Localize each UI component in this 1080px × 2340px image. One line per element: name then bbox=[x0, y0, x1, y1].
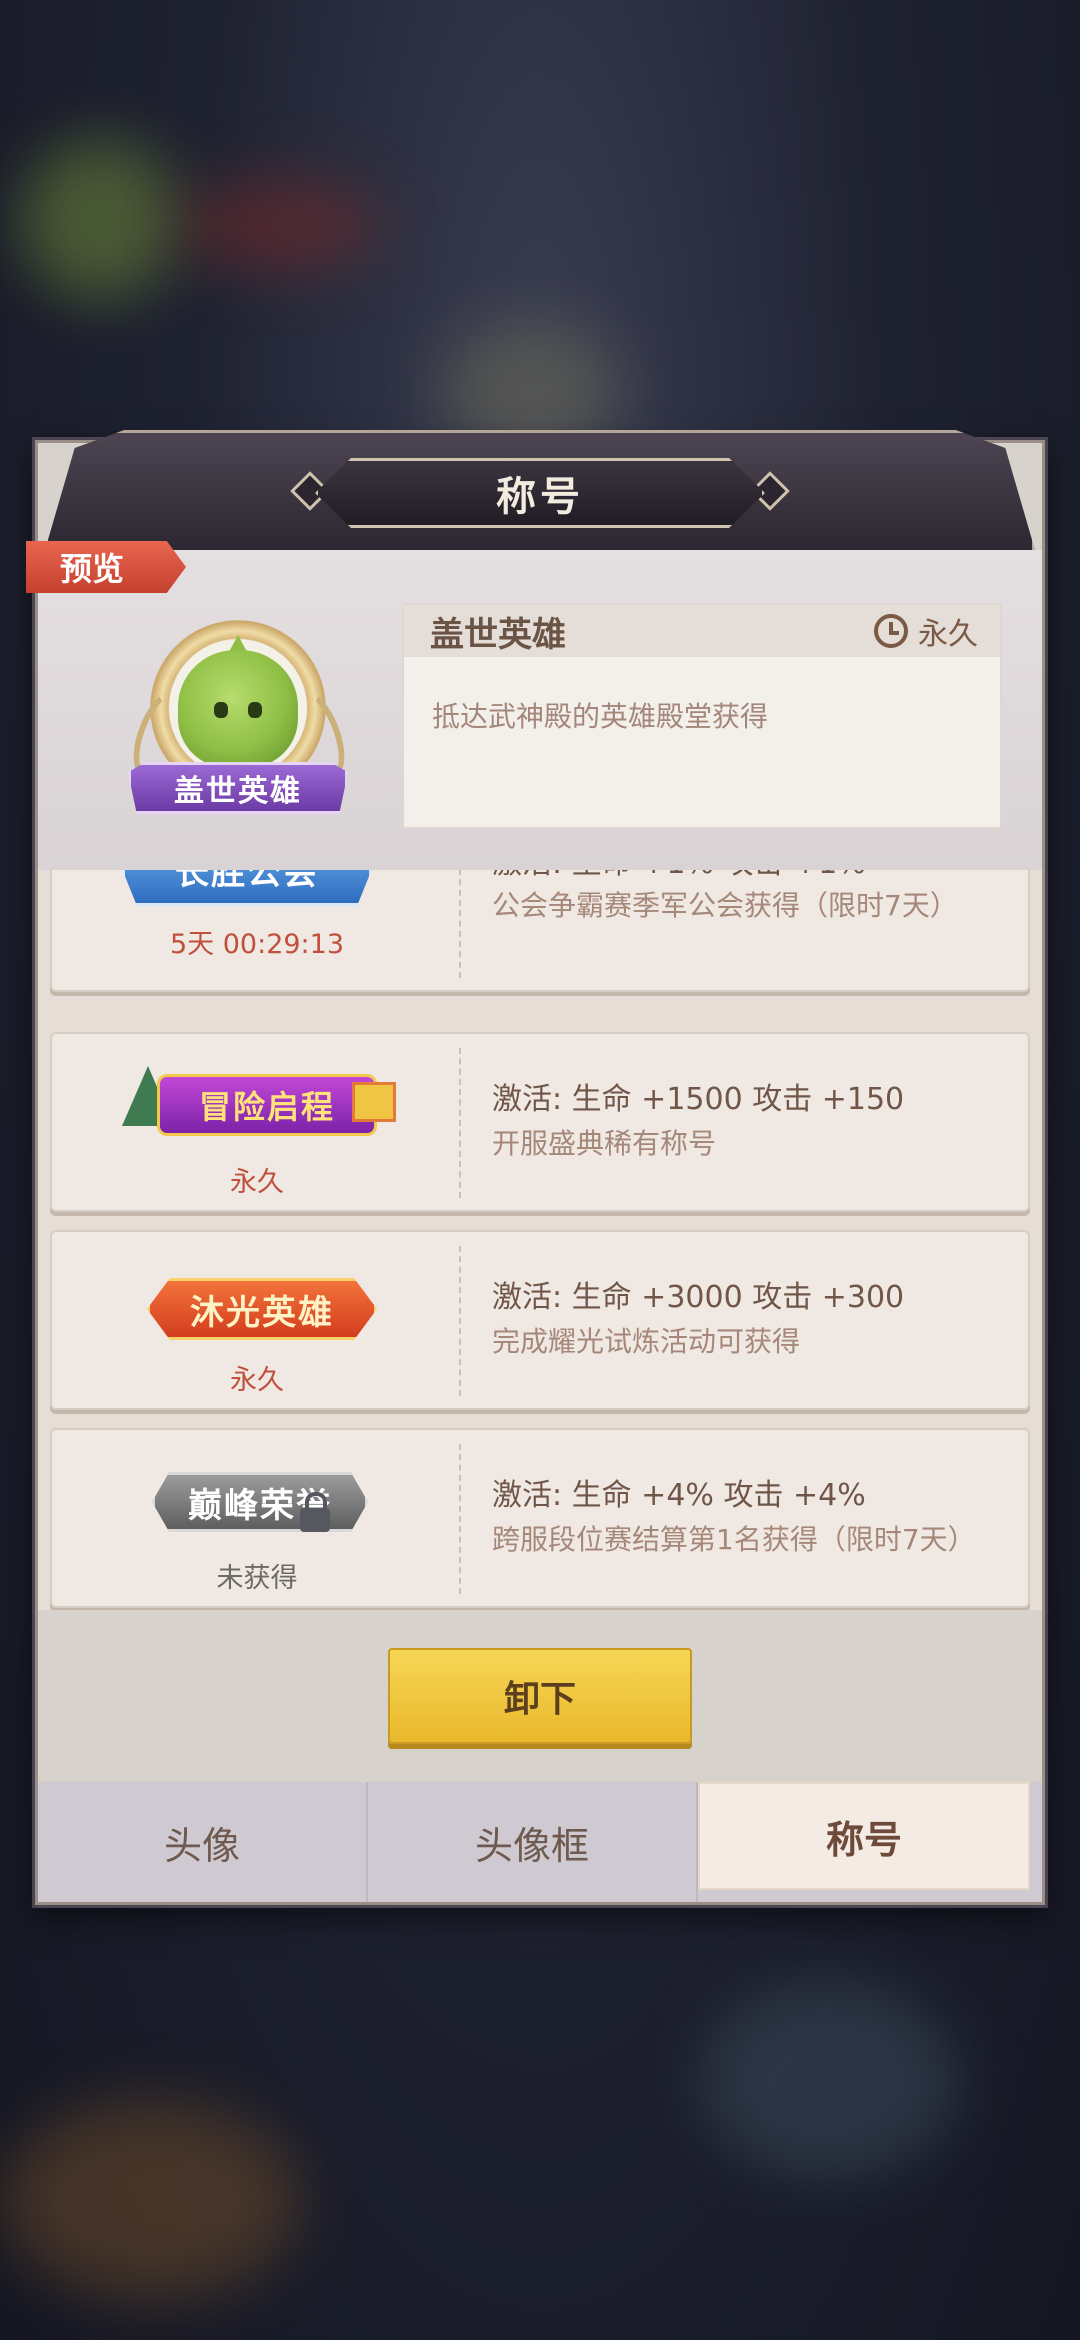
preview-tag: 预览 bbox=[26, 541, 186, 593]
preview-title-name: 盖世英雄 bbox=[430, 614, 566, 655]
preview-duration-text: 永久 bbox=[918, 617, 978, 652]
title-row[interactable]: 巅峰荣誉 未获得 激活: 生命 +4% 攻击 +4% 跨服段位赛结算第1名获得（… bbox=[50, 1428, 1030, 1608]
title-row[interactable]: 沐光英雄 永久 激活: 生命 +3000 攻击 +300 完成耀光试炼活动可获得 bbox=[50, 1230, 1030, 1410]
clock-icon bbox=[874, 614, 908, 648]
title-status: 未获得 bbox=[216, 1563, 298, 1594]
title-description: 开服盛典稀有称号 bbox=[492, 1127, 717, 1160]
avatar bbox=[178, 650, 298, 768]
lock-icon bbox=[300, 1492, 330, 1532]
preview-info-card: 盖世英雄 永久 抵达武神殿的英雄殿堂获得 bbox=[402, 603, 1002, 829]
title-description: 公会争霸赛季军公会获得（限时7天） bbox=[492, 889, 958, 922]
row-divider bbox=[459, 1048, 461, 1198]
title-description: 跨服段位赛结算第1名获得（限时7天） bbox=[492, 1523, 976, 1556]
title-status: 永久 bbox=[230, 1167, 284, 1198]
preview-description: 抵达武神殿的英雄殿堂获得 bbox=[432, 700, 769, 733]
title-status: 永久 bbox=[230, 1365, 284, 1396]
panel-title-plate: 称号 bbox=[315, 458, 765, 528]
title-stats: 激活: 生命 +1% 攻击 +1% bbox=[492, 870, 866, 882]
tab-bar: 头像 头像框 称号 bbox=[38, 1782, 1042, 1902]
title-list[interactable]: 长胜公会 5天 00:29:13 激活: 生命 +1% 攻击 +1% 公会争霸赛… bbox=[38, 870, 1042, 1610]
background-blur bbox=[700, 1980, 960, 2180]
title-row[interactable]: 冒险启程 永久 激活: 生命 +1500 攻击 +150 开服盛典稀有称号 bbox=[50, 1032, 1030, 1212]
unequip-button[interactable]: 卸下 bbox=[388, 1648, 692, 1744]
title-stats: 激活: 生命 +4% 攻击 +4% bbox=[492, 1478, 866, 1513]
title-status: 5天 00:29:13 bbox=[169, 929, 345, 960]
title-description: 完成耀光试炼活动可获得 bbox=[492, 1325, 801, 1358]
avatar-title-ribbon: 盖世英雄 bbox=[128, 762, 348, 814]
panel-title: 称号 bbox=[496, 474, 584, 520]
row-divider bbox=[459, 1444, 461, 1594]
title-badge: 巅峰荣誉 bbox=[152, 1472, 368, 1532]
preview-duration: 永久 bbox=[874, 609, 978, 653]
title-stats: 激活: 生命 +3000 攻击 +300 bbox=[492, 1280, 905, 1315]
background-blur bbox=[0, 2100, 300, 2300]
tab-avatar[interactable]: 头像 bbox=[38, 1782, 368, 1902]
background-blur bbox=[20, 140, 180, 300]
avatar-eye bbox=[248, 702, 262, 718]
tab-avatar-frame[interactable]: 头像框 bbox=[368, 1782, 698, 1902]
row-divider bbox=[459, 1246, 461, 1396]
gift-icon bbox=[352, 1082, 396, 1122]
title-row[interactable]: 长胜公会 5天 00:29:13 激活: 生命 +1% 攻击 +1% 公会争霸赛… bbox=[50, 870, 1030, 992]
title-stats: 激活: 生命 +1500 攻击 +150 bbox=[492, 1082, 905, 1117]
title-badge: 长胜公会 bbox=[122, 870, 372, 906]
title-badge: 沐光英雄 bbox=[147, 1278, 377, 1340]
row-divider bbox=[459, 870, 461, 978]
avatar-eye bbox=[214, 702, 228, 718]
preview-info-header: 盖世英雄 永久 bbox=[404, 605, 1000, 657]
background-blur bbox=[180, 180, 380, 270]
title-badge: 冒险启程 bbox=[157, 1074, 377, 1136]
tab-title[interactable]: 称号 bbox=[698, 1782, 1030, 1890]
